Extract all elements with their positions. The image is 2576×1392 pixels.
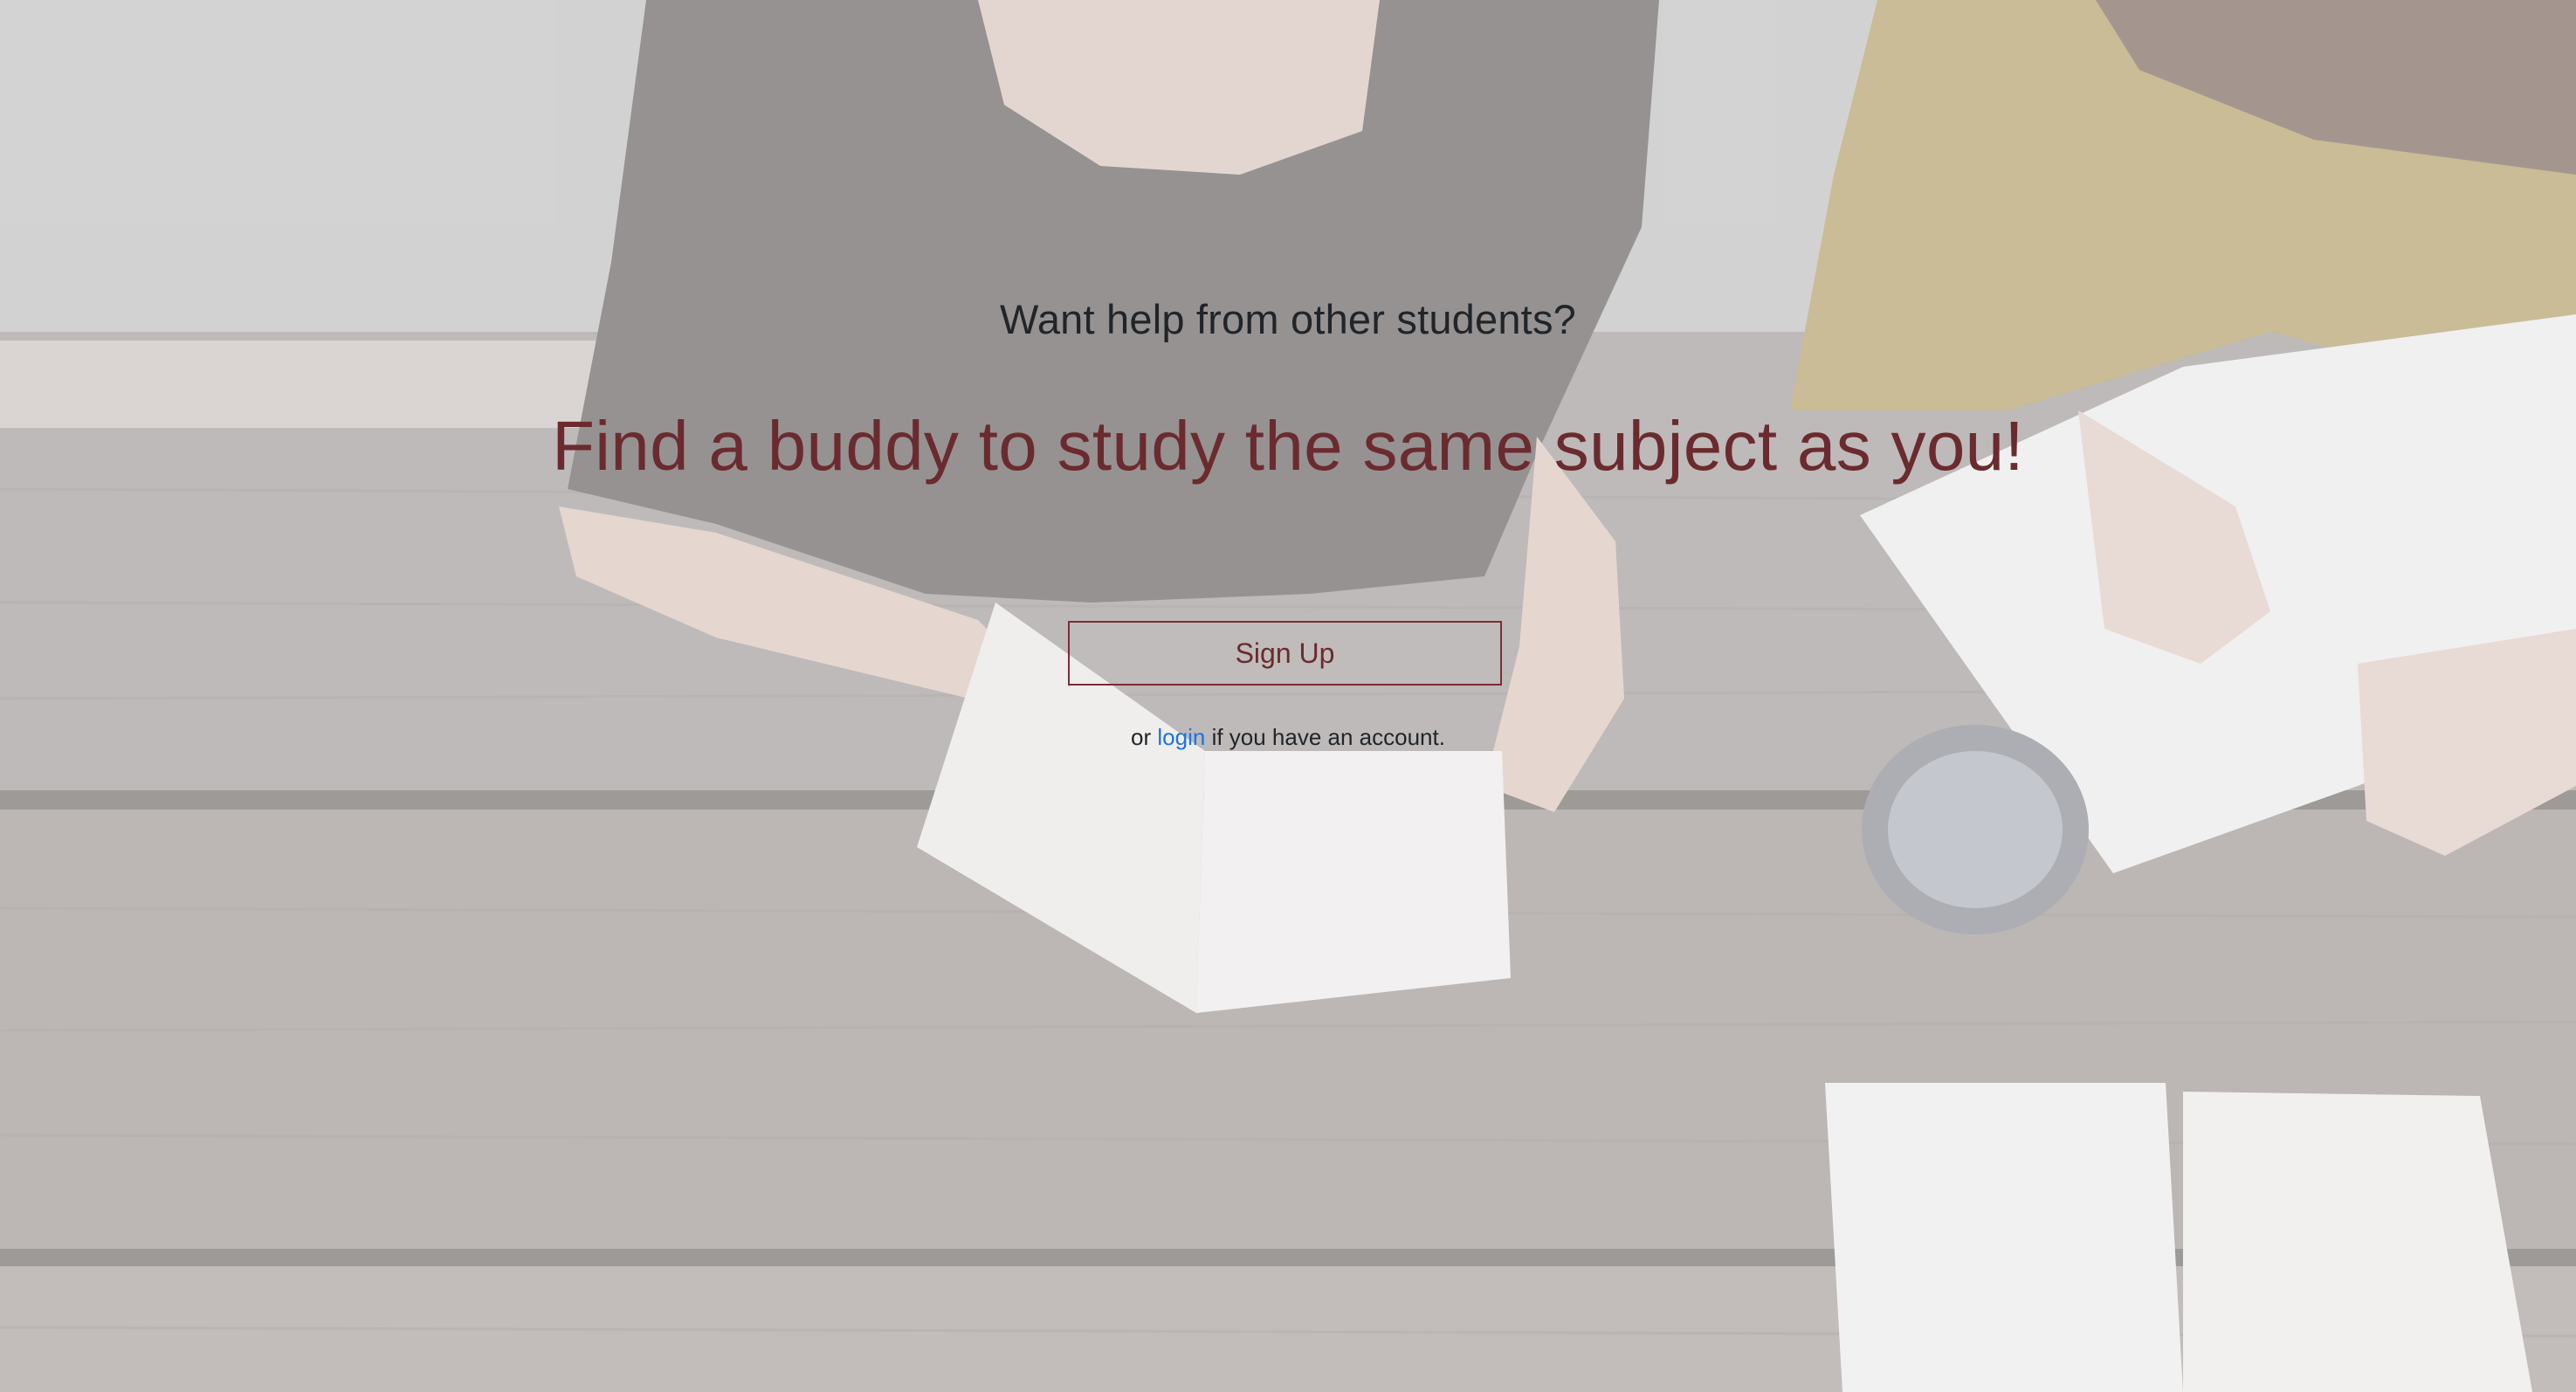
sign-up-button[interactable]: Sign Up [1068,621,1502,686]
login-suffix-text: if you have an account. [1211,724,1445,750]
login-prefix-text: or [1131,724,1152,750]
hero-subtitle: Want help from other students? [1000,296,1576,342]
hero-section: Want help from other students? Find a bu… [0,0,2576,1392]
hero-headline: Find a buddy to study the same subject a… [552,407,2024,485]
login-prompt: or login if you have an account. [0,724,2576,751]
hero-content: Want help from other students? Find a bu… [0,0,2576,1392]
login-link[interactable]: login [1157,724,1205,750]
